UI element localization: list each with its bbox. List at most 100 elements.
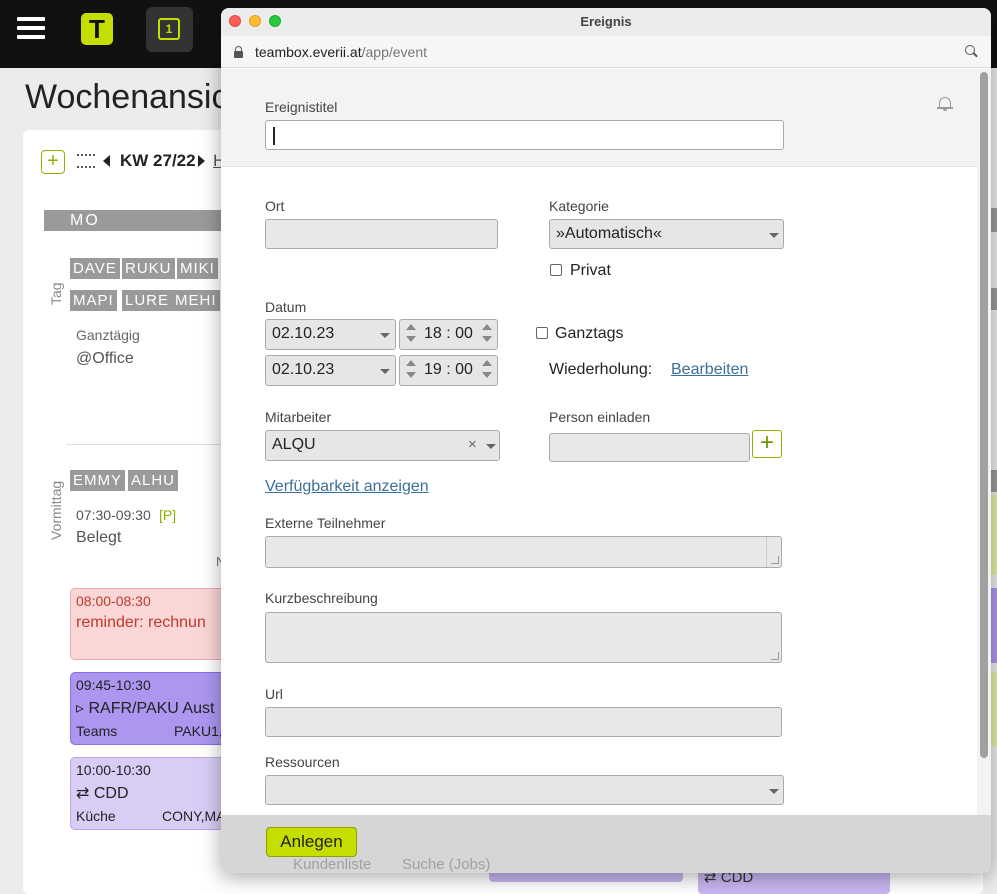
week-label: KW 27/22 xyxy=(120,151,196,170)
time-spinner-icon[interactable] xyxy=(482,324,492,344)
kategorie-select[interactable]: »Automatisch« xyxy=(549,219,784,249)
privat-label: Privat xyxy=(570,262,611,279)
person-einladen-input[interactable] xyxy=(549,433,750,462)
text-caret xyxy=(273,127,275,145)
user-chip[interactable]: ALHU xyxy=(128,470,179,491)
user-chip[interactable]: MAPI xyxy=(70,290,117,311)
prev-week-icon[interactable] xyxy=(103,155,110,167)
externe-teilnehmer-input[interactable] xyxy=(265,536,782,568)
user-chip[interactable]: EMMY xyxy=(70,470,125,491)
event-card[interactable]: 08:00-08:30 reminder: rechnun xyxy=(70,588,230,660)
end-time-stepper[interactable]: 19 : 00 xyxy=(399,355,498,386)
kurzbeschreibung-textarea[interactable] xyxy=(265,612,782,663)
end-time-value: 19 : 00 xyxy=(424,361,473,378)
scrollbar[interactable] xyxy=(977,69,991,815)
chevron-down-icon xyxy=(769,233,779,238)
address-bar[interactable]: teambox.everii.at/app/event xyxy=(221,36,991,68)
kurzbeschreibung-label: Kurzbeschreibung xyxy=(265,590,378,606)
event-window: Ereignis teambox.everii.at/app/event Ere… xyxy=(221,8,991,873)
start-time-value: 18 : 00 xyxy=(424,325,473,342)
ganztags-label: Ganztags xyxy=(555,325,624,342)
user-chip[interactable]: DAVE xyxy=(70,258,120,279)
title-label: Ereignistitel xyxy=(265,99,338,115)
time-spinner-icon[interactable] xyxy=(406,360,416,380)
scrollbar-thumb[interactable] xyxy=(980,72,988,758)
window-titlebar: Ereignis xyxy=(221,8,991,36)
chevron-down-icon xyxy=(380,333,390,338)
person-einladen-label: Person einladen xyxy=(549,409,651,425)
anlegen-button[interactable]: Anlegen xyxy=(266,827,357,857)
textarea-scroll-divider xyxy=(766,537,767,567)
event-location: Küche xyxy=(76,808,116,824)
event-time: 08:00-08:30 xyxy=(76,593,151,609)
section-label-day: Tag xyxy=(48,282,64,305)
ort-label: Ort xyxy=(265,198,285,214)
ghost-kundenliste: Kundenliste xyxy=(293,856,372,873)
event-title: ▹ RAFR/PAKU Aust xyxy=(76,700,215,717)
url-host: teambox.everii.at xyxy=(255,44,362,60)
mitarbeiter-select[interactable]: ALQU × xyxy=(265,430,500,461)
add-person-button[interactable]: + xyxy=(752,430,782,458)
event-participants: CONY,MA xyxy=(162,808,226,824)
lock-icon xyxy=(234,46,243,58)
title-input[interactable] xyxy=(265,120,784,150)
grid-view-icon[interactable] xyxy=(77,154,95,168)
busy-flag: [P] xyxy=(159,507,177,523)
form-footer: Kundenliste Suche (Jobs) Anlegen xyxy=(221,815,991,873)
allday-value[interactable]: @Office xyxy=(76,350,134,368)
verfuegbarkeit-link[interactable]: Verfügbarkeit anzeigen xyxy=(265,478,429,496)
mitarbeiter-label: Mitarbeiter xyxy=(265,409,332,425)
privat-checkbox[interactable] xyxy=(550,264,562,276)
time-spinner-icon[interactable] xyxy=(482,360,492,380)
resize-handle-icon[interactable] xyxy=(771,556,779,564)
kategorie-label: Kategorie xyxy=(549,198,609,214)
time-spinner-icon[interactable] xyxy=(406,324,416,344)
start-date-select[interactable]: 02.10.23 xyxy=(265,319,396,350)
end-date-select[interactable]: 02.10.23 xyxy=(265,355,396,386)
mitarbeiter-value: ALQU xyxy=(272,436,316,453)
user-chip[interactable]: MIKI xyxy=(177,258,218,279)
start-time-stepper[interactable]: 18 : 00 xyxy=(399,319,498,350)
next-week-icon[interactable] xyxy=(198,155,205,167)
url-text[interactable]: teambox.everii.at/app/event xyxy=(255,44,427,60)
ganztags-checkbox[interactable] xyxy=(536,327,548,339)
app-logo[interactable]: T xyxy=(81,13,113,45)
wiederholung-label: Wiederholung: xyxy=(549,361,653,378)
event-participants: PAKU1, xyxy=(174,723,223,739)
url-input[interactable] xyxy=(265,707,782,737)
zoom-icon[interactable] xyxy=(965,45,978,58)
ressourcen-label: Ressourcen xyxy=(265,754,340,770)
allday-label: Ganztägig xyxy=(76,327,140,343)
event-footer: Teams PAKU1, xyxy=(76,723,224,739)
user-chip[interactable]: MEHI xyxy=(172,290,220,311)
wiederholung-edit-link[interactable]: Bearbeiten xyxy=(671,361,748,379)
end-date-value: 02.10.23 xyxy=(272,361,335,378)
event-card[interactable]: 10:00-10:30 ⇄ CDD Küche CONY,MA xyxy=(70,757,230,830)
ressourcen-select[interactable] xyxy=(265,775,784,805)
menu-icon[interactable] xyxy=(17,17,45,43)
event-footer: Küche CONY,MA xyxy=(76,808,226,824)
resize-handle-icon[interactable] xyxy=(771,652,779,660)
event-title: ⇄ CDD xyxy=(76,785,129,802)
event-time: 10:00-10:30 xyxy=(76,762,151,778)
title-section: Ereignistitel xyxy=(221,69,977,167)
add-event-button[interactable]: + xyxy=(41,150,65,174)
ort-input[interactable] xyxy=(265,219,498,249)
event-card[interactable]: 09:45-10:30 ▹ RAFR/PAKU Aust Teams PAKU1, xyxy=(70,672,230,745)
start-date-value: 02.10.23 xyxy=(272,325,335,342)
user-chip[interactable]: LURE xyxy=(122,290,173,311)
externe-teilnehmer-label: Externe Teilnehmer xyxy=(265,515,386,531)
url-path: /app/event xyxy=(361,44,427,60)
calendar-button[interactable]: 1 xyxy=(146,7,193,52)
busy-time: 07:30-09:30 xyxy=(76,507,151,523)
kategorie-value: »Automatisch« xyxy=(556,225,662,242)
event-title: reminder: rechnun xyxy=(76,614,206,631)
section-label-morning: Vormittag xyxy=(48,480,64,540)
chevron-down-icon xyxy=(769,789,779,794)
form-content: Ereignistitel Ort Kategorie »Automatisch… xyxy=(221,69,991,815)
bell-icon[interactable] xyxy=(937,96,953,112)
window-title: Ereignis xyxy=(580,14,632,29)
user-chip[interactable]: RUKU xyxy=(122,258,175,279)
calendar-icon: 1 xyxy=(158,18,180,40)
clear-icon[interactable]: × xyxy=(468,431,477,459)
